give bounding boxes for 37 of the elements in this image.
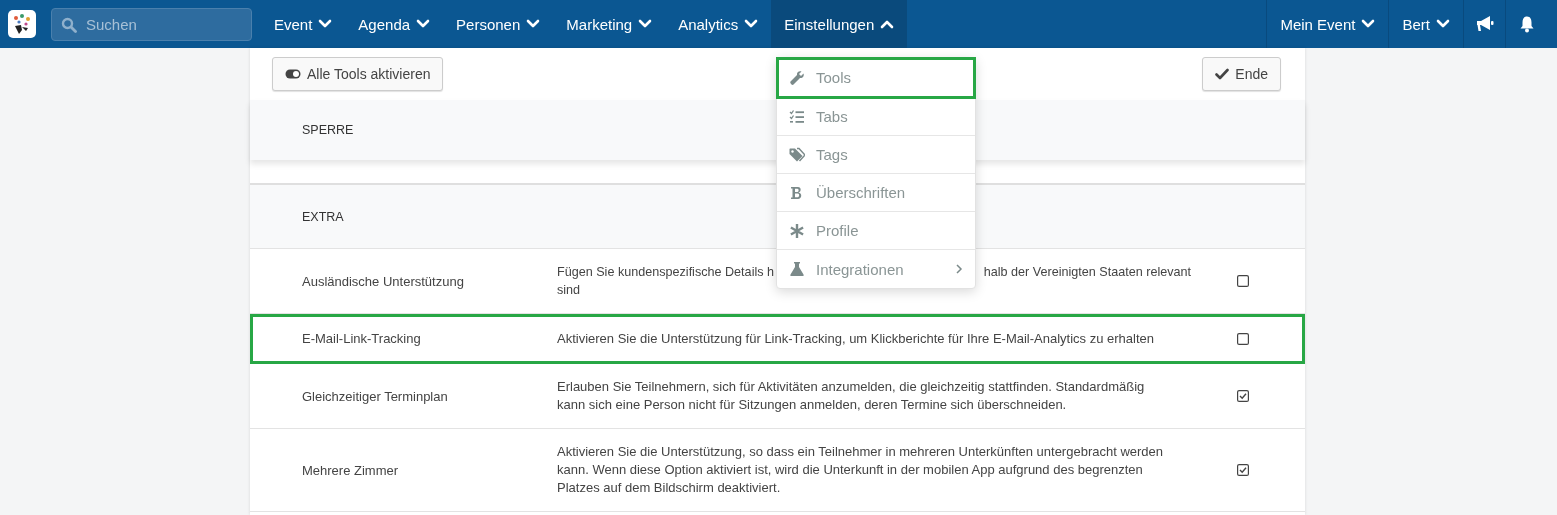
setting-description: Fügen Sie kundenspezifische Details h [557, 264, 775, 281]
toggle-all-button[interactable]: Alle Tools aktivieren [272, 57, 444, 91]
setting-description: Aktivieren Sie die Unterstützung für Link-Tracking, um Klickberichte für Ihre E-Mail-Analytics zu erhalten [557, 329, 1156, 348]
nav-menu[interactable]: Analytics [665, 0, 772, 48]
checkbox[interactable] [1237, 332, 1249, 345]
setting-description: halb der Vereinigten Staaten relevant [983, 264, 1191, 281]
logo-icon [8, 10, 36, 38]
setting-description: sind [557, 282, 581, 299]
checkbox[interactable] [1237, 464, 1249, 476]
section-title: EXTRA [302, 209, 344, 224]
setting-name: Ausländische Unterstützung [302, 273, 465, 289]
setting-name: Gleichzeitiger Terminplan [302, 388, 449, 404]
toggle-icon [285, 69, 301, 79]
nav-menu[interactable]: Marketing [553, 0, 666, 48]
nav-menu[interactable]: Personen [443, 0, 554, 48]
setting-description: Aktivieren Sie die Unterstützung, so dass ein Teilnehmer in mehreren Unterkünften untergebracht werden kann. Wenn diese Option aktiviert ist, wird die Unterkunft in der mobilen App aufgrund des begrenzten Platzes auf dem Bildschirm deaktiviert. [557, 443, 1165, 497]
search-field[interactable]: Suchen [51, 7, 252, 41]
nav-menu[interactable]: Einstellungen [771, 0, 908, 48]
setting-description: Erlauben Sie Teilnehmern, sich für Aktivitäten anzumelden, die gleichzeitig stattfinden. Standardmäßig kann sich eine Person nicht für Sitzungen anmelden, deren Termine sich überschneiden. [557, 378, 1146, 414]
wrench-icon [789, 69, 805, 86]
nav-menu[interactable]: Bert [1388, 0, 1463, 48]
bell-icon [1518, 15, 1535, 33]
setting-name: E-Mail-Link-Tracking [302, 331, 422, 346]
megaphone-icon [1474, 15, 1495, 33]
checkbox[interactable] [1237, 390, 1249, 402]
done-button[interactable]: Ende [1202, 57, 1281, 91]
checklist-icon [789, 108, 805, 125]
flask-icon [789, 261, 805, 277]
setting-name: Mehrere Zimmer [302, 462, 400, 478]
nav-menu[interactable]: Event [261, 0, 346, 48]
search-icon [61, 16, 77, 33]
section-title: SPERRE [302, 123, 354, 137]
asterisk-icon [789, 222, 805, 239]
tags-icon [789, 146, 805, 163]
nav-menu[interactable]: Agenda [345, 0, 444, 48]
check-icon [1215, 68, 1230, 80]
checkbox[interactable] [1237, 275, 1249, 287]
